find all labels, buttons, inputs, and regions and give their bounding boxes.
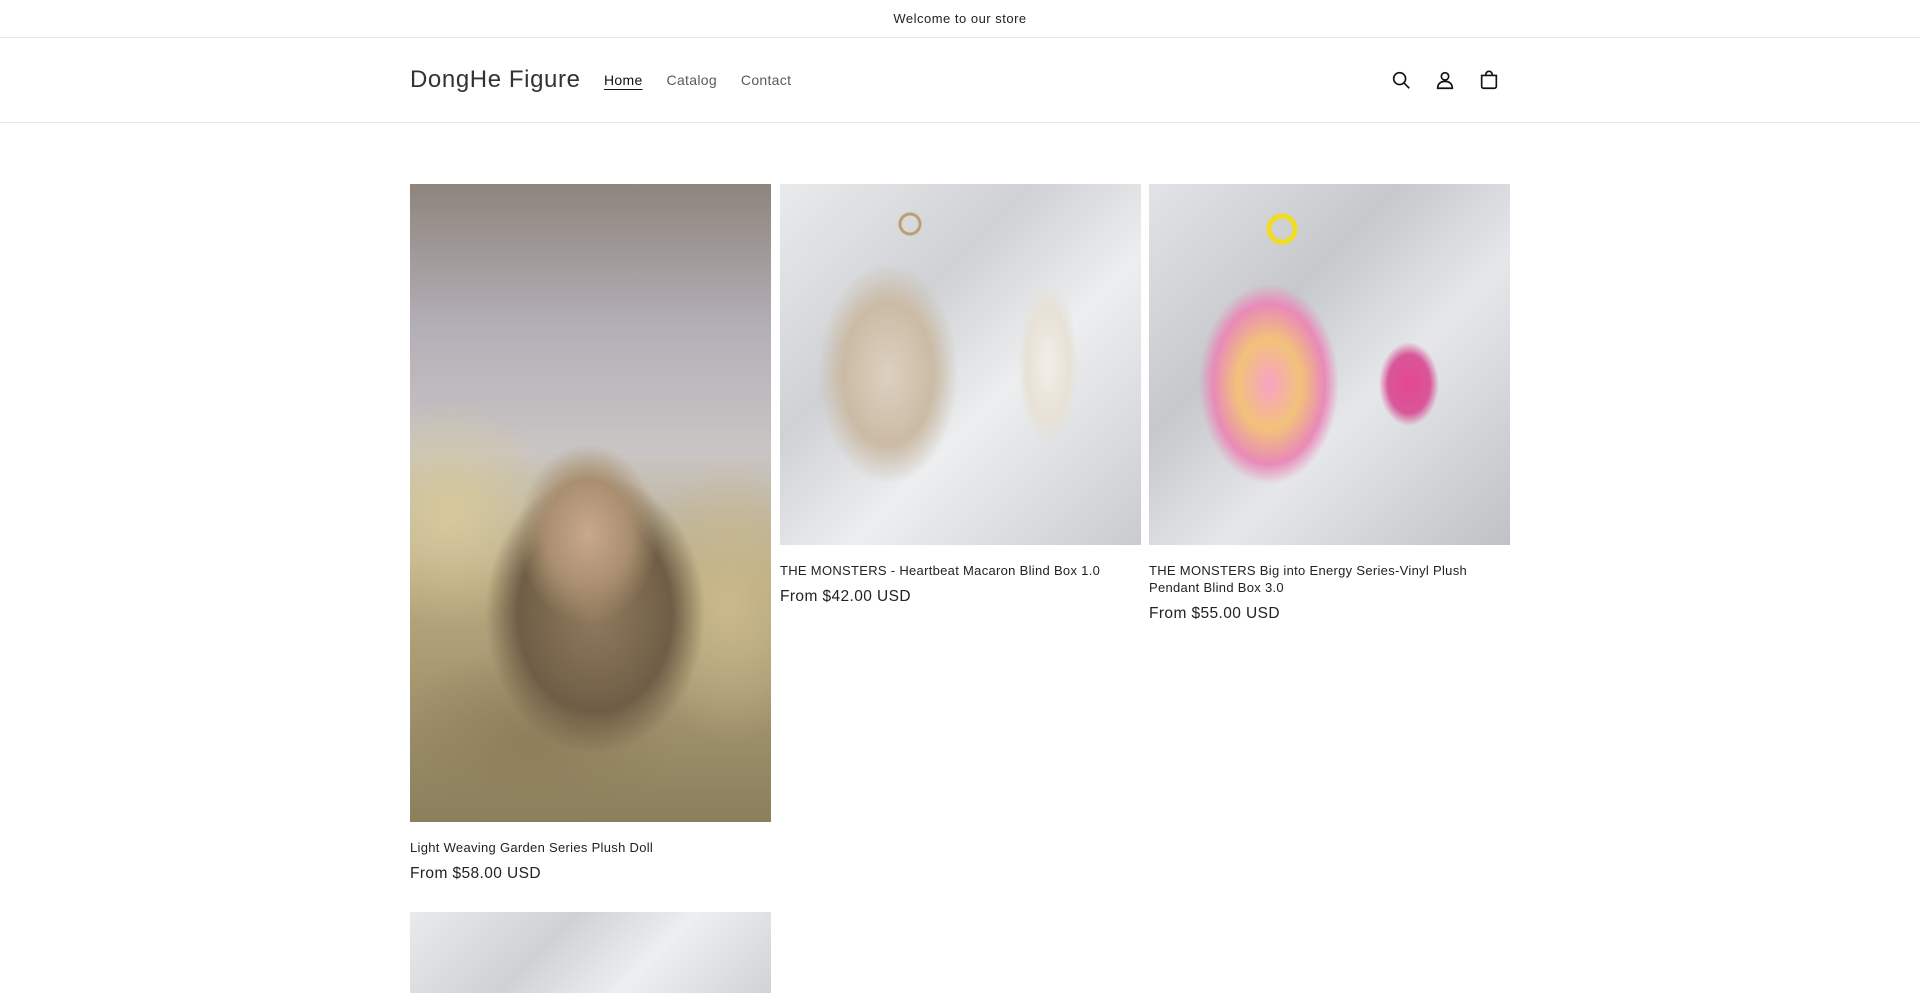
product-card[interactable]: THE MONSTERS Big into Energy Series-Viny… (1149, 184, 1510, 623)
product-title[interactable]: THE MONSTERS - Heartbeat Macaron Blind B… (780, 562, 1141, 579)
cart-icon[interactable] (1474, 63, 1504, 97)
product-image[interactable] (410, 912, 771, 993)
product-card[interactable]: THE MONSTERS - Heartbeat Macaron Blind B… (780, 184, 1141, 606)
product-price: From $42.00 USD (780, 588, 911, 605)
product-image[interactable] (410, 184, 771, 822)
product-image[interactable] (780, 184, 1141, 545)
product-card[interactable] (410, 912, 771, 993)
header-icons (1386, 63, 1504, 97)
announcement-bar: Welcome to our store (0, 0, 1920, 38)
product-title[interactable]: Light Weaving Garden Series Plush Doll (410, 839, 771, 856)
site-header: DongHe Figure Home Catalog Contact (0, 39, 1920, 123)
search-icon[interactable] (1386, 63, 1416, 97)
account-icon[interactable] (1430, 63, 1460, 97)
product-card[interactable]: Light Weaving Garden Series Plush Doll F… (410, 184, 771, 883)
main-nav: Home Catalog Contact (604, 72, 815, 88)
nav-home[interactable]: Home (604, 72, 643, 88)
nav-contact[interactable]: Contact (741, 72, 791, 88)
product-price: From $58.00 USD (410, 865, 541, 882)
product-image[interactable] (1149, 184, 1510, 545)
store-logo[interactable]: DongHe Figure (410, 66, 581, 94)
product-title[interactable]: THE MONSTERS Big into Energy Series-Viny… (1149, 562, 1510, 596)
nav-catalog[interactable]: Catalog (667, 72, 717, 88)
announcement-text: Welcome to our store (893, 11, 1027, 26)
product-price: From $55.00 USD (1149, 605, 1280, 622)
